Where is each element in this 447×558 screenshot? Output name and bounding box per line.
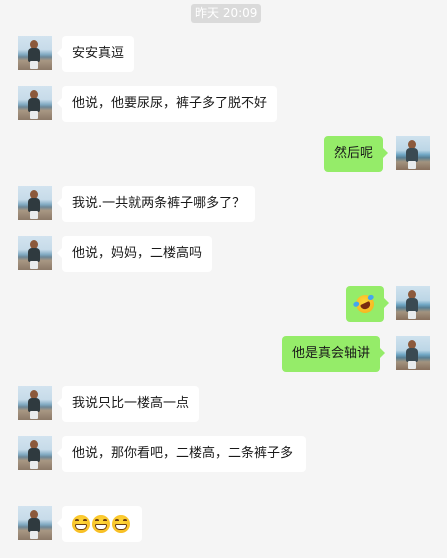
contact-avatar[interactable] (18, 386, 52, 420)
message-bubble[interactable]: 我说只比一楼高一点 (56, 386, 200, 422)
message-bubble[interactable]: 他是真会轴讲 (282, 336, 386, 372)
contact-avatar[interactable] (18, 186, 52, 220)
message-bubble[interactable]: 他说，他要尿尿，裤子多了脱不好 (56, 86, 278, 122)
message-bubble[interactable]: 然后呢 (324, 136, 389, 172)
my-avatar[interactable] (396, 136, 430, 170)
laughing-rolling-emoji (352, 291, 377, 316)
message-bubble[interactable]: 他说，妈妈，二楼高吗 (56, 236, 213, 272)
message-bubble[interactable] (57, 506, 142, 542)
timestamp-badge: 昨天 20:09 (191, 4, 262, 23)
my-avatar[interactable] (396, 336, 430, 370)
contact-avatar[interactable] (18, 36, 52, 70)
my-avatar[interactable] (396, 286, 430, 320)
contact-avatar[interactable] (18, 436, 52, 470)
contact-avatar[interactable] (18, 236, 52, 270)
grinning-emoji (112, 514, 130, 533)
contact-avatar[interactable] (18, 506, 52, 540)
contact-avatar[interactable] (18, 86, 52, 120)
message-bubble[interactable]: 安安真逗 (56, 36, 135, 72)
grinning-emoji (92, 514, 110, 533)
message-bubble[interactable]: 我说.一共就两条裤子哪多了？ (56, 186, 256, 222)
message-bubble[interactable]: 他说，那你看吧，二楼高，二条裤子多 (57, 436, 306, 472)
grinning-emoji (72, 514, 90, 533)
message-bubble[interactable] (346, 286, 389, 322)
